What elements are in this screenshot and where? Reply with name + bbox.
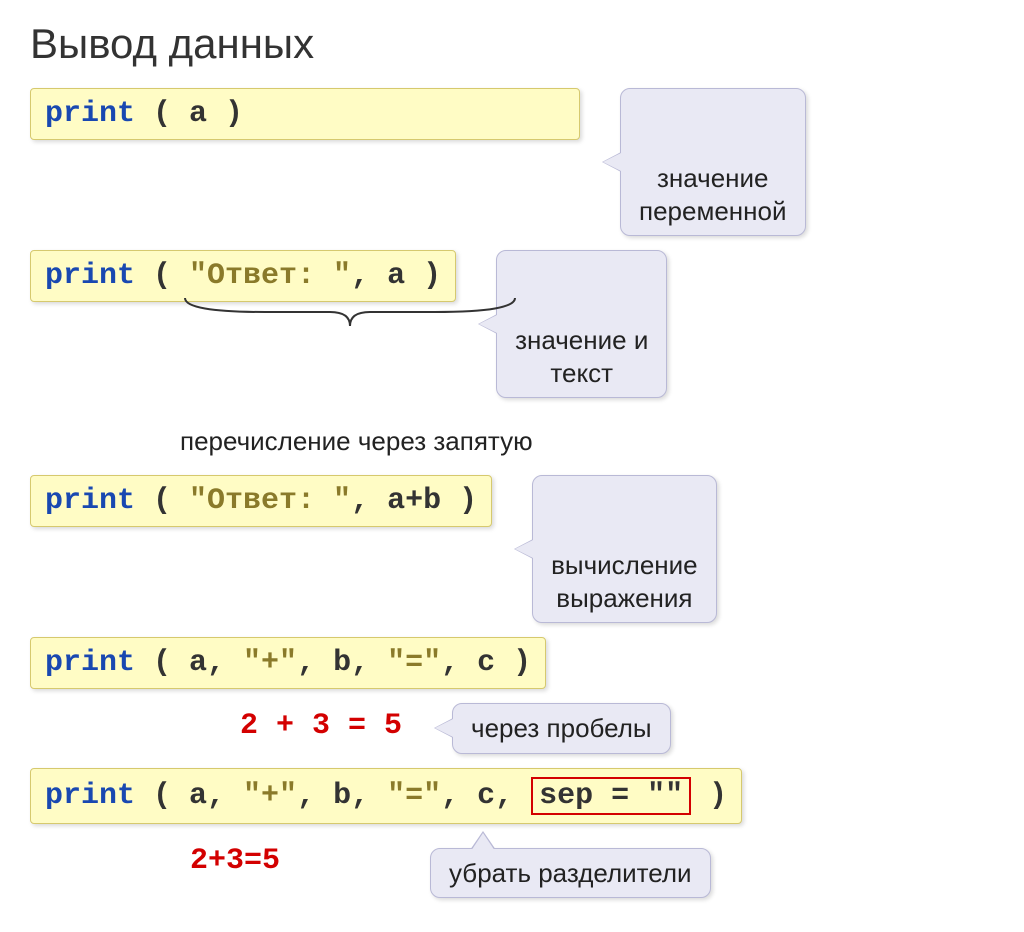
example-row: print ( "Ответ: ", a+b ) вычисление выра… bbox=[30, 475, 994, 623]
callout-text: убрать разделители bbox=[449, 858, 692, 888]
callout-text: значение и текст bbox=[515, 325, 648, 388]
callout: значение переменной bbox=[620, 88, 806, 236]
code-box: print ( a, "+", b, "=", c, sep = "" ) bbox=[30, 768, 742, 824]
code-token: print bbox=[45, 779, 135, 813]
code-token: , c, bbox=[441, 779, 531, 813]
code-output: 2 + 3 = 5 bbox=[240, 709, 402, 743]
code-token: , c ) bbox=[441, 646, 531, 680]
callout: через пробелы bbox=[452, 703, 671, 754]
code-box: print ( a ) bbox=[30, 88, 580, 140]
callout-text: вычисление выражения bbox=[551, 550, 698, 613]
callout: вычисление выражения bbox=[532, 475, 717, 623]
code-token: , b, bbox=[297, 646, 387, 680]
code-token: "+" bbox=[243, 779, 297, 813]
code-text: ( a ) bbox=[135, 97, 243, 131]
code-box: print ( "Ответ: ", a ) bbox=[30, 250, 456, 302]
callout: убрать разделители bbox=[430, 848, 711, 899]
example-row: print ( a ) значение переменной bbox=[30, 88, 994, 236]
code-output: 2+3=5 bbox=[190, 844, 280, 878]
example-row: print ( a, "+", b, "=", c, sep = "" ) bbox=[30, 768, 994, 824]
slide-title: Вывод данных bbox=[30, 20, 994, 68]
code-keyword: print bbox=[45, 97, 135, 131]
code-string: "Ответ: " bbox=[189, 259, 351, 293]
code-token: ( a, bbox=[135, 646, 243, 680]
code-token: ) bbox=[691, 779, 727, 813]
annotation-text: перечисление через запятую bbox=[180, 426, 994, 457]
code-text: , a ) bbox=[351, 259, 441, 293]
callout-text: через пробелы bbox=[471, 713, 652, 743]
output-row: 2+3=5 убрать разделители bbox=[30, 838, 994, 899]
code-token: , b, bbox=[297, 779, 387, 813]
code-text: ( bbox=[135, 259, 189, 293]
brace-icon bbox=[180, 296, 520, 330]
code-token: "=" bbox=[387, 646, 441, 680]
output-row: 2 + 3 = 5 через пробелы bbox=[30, 703, 994, 754]
example-row: print ( a, "+", b, "=", c ) bbox=[30, 637, 994, 689]
code-token: "=" bbox=[387, 779, 441, 813]
code-token: sep = "" bbox=[531, 777, 691, 815]
callout-text: значение переменной bbox=[639, 163, 787, 226]
code-token: ( a, bbox=[135, 779, 243, 813]
code-text: , a+b ) bbox=[351, 484, 477, 518]
code-token: print bbox=[45, 646, 135, 680]
code-keyword: print bbox=[45, 259, 135, 293]
example-row: print ( "Ответ: ", a ) значение и текст bbox=[30, 250, 994, 398]
code-keyword: print bbox=[45, 484, 135, 518]
code-text: ( bbox=[135, 484, 189, 518]
code-box: print ( a, "+", b, "=", c ) bbox=[30, 637, 546, 689]
code-box: print ( "Ответ: ", a+b ) bbox=[30, 475, 492, 527]
code-token: "+" bbox=[243, 646, 297, 680]
code-string: "Ответ: " bbox=[189, 484, 351, 518]
callout: значение и текст bbox=[496, 250, 667, 398]
